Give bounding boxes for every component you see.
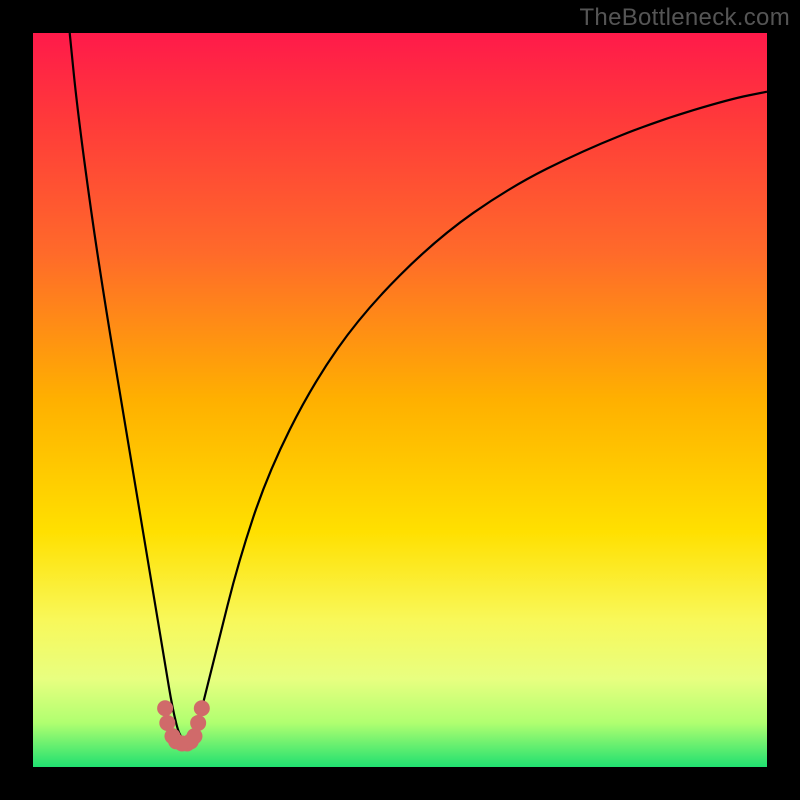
chart-frame: TheBottleneck.com (0, 0, 800, 800)
marker-dot (190, 715, 206, 731)
plot-background (33, 33, 767, 767)
marker-dot (157, 700, 173, 716)
marker-dot (194, 700, 210, 716)
chart-svg (0, 0, 800, 800)
watermark-text: TheBottleneck.com (579, 4, 790, 32)
